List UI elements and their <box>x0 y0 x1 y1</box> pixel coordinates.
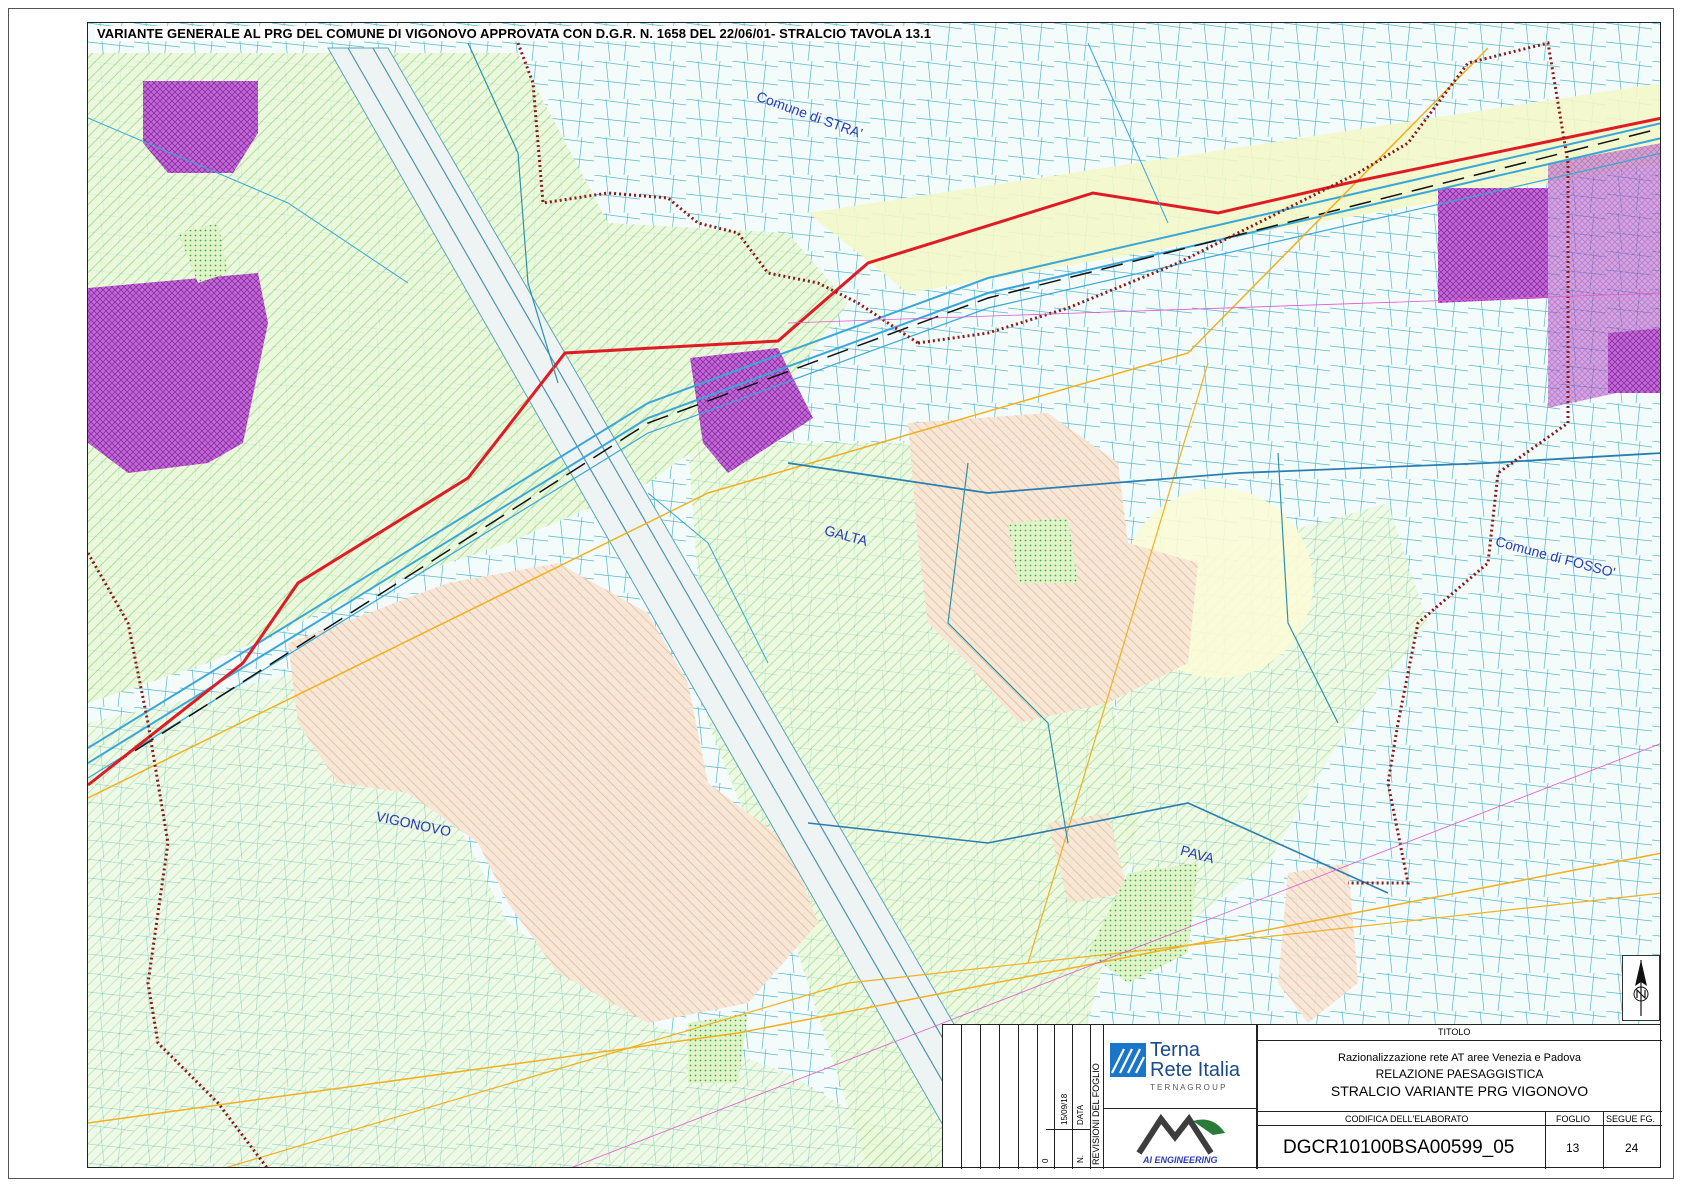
segue-value: 24 <box>1625 1141 1639 1155</box>
foglio-label: FOGLIO <box>1556 1114 1591 1124</box>
revision-label: REVISIONI DEL FOGLIO <box>1091 1063 1101 1165</box>
codifica-value: DGCR10100BSA00599_05 <box>1283 1137 1515 1158</box>
foglio-value: 13 <box>1566 1141 1580 1155</box>
title-line-3: STRALCIO VARIANTE PRG VIGONOVO <box>1330 1083 1589 1099</box>
map-frame <box>87 22 1661 1168</box>
revision-col-n: N. <box>1076 1155 1085 1163</box>
map-title: VARIANTE GENERALE AL PRG DEL COMUNE DI V… <box>95 26 934 41</box>
north-arrow-icon <box>1633 960 1649 1016</box>
ai-engineering-logo-icon <box>1136 1113 1225 1155</box>
document-title: Razionalizzazione rete AT aree Venezia e… <box>1257 1051 1662 1100</box>
segue-label: SEGUE FG. <box>1606 1114 1656 1124</box>
ai-engineering-logo-text: AI ENGINEERING <box>1143 1155 1218 1165</box>
title-block: 0 15/09/18 N. DATA REVISIONI DEL FOGLIO … <box>942 1024 1662 1169</box>
north-arrow <box>1622 955 1660 1021</box>
terna-logo-group: T E R N A G R O U P <box>1150 1083 1226 1092</box>
title-line-2: RELAZIONE PAESAGGISTICA <box>1375 1067 1544 1081</box>
revision-number: 0 <box>1041 1158 1050 1163</box>
titolo-label: TITOLO <box>1438 1027 1471 1037</box>
terna-logo-icon <box>1110 1043 1146 1077</box>
terna-logo: Terna Rete Italia T E R N A G R O U P <box>1110 1039 1253 1095</box>
map-drawing <box>88 23 1660 1167</box>
ai-engineering-logo: AI ENGINEERING <box>1123 1113 1243 1167</box>
terna-logo-line2: Rete Italia <box>1150 1059 1241 1081</box>
revision-col-data: DATA <box>1076 1104 1085 1125</box>
codifica-label: CODIFICA DELL'ELABORATO <box>1345 1114 1469 1124</box>
revision-date: 15/09/18 <box>1060 1093 1069 1125</box>
title-line-1: Razionalizzazione rete AT aree Venezia e… <box>1338 1052 1581 1064</box>
